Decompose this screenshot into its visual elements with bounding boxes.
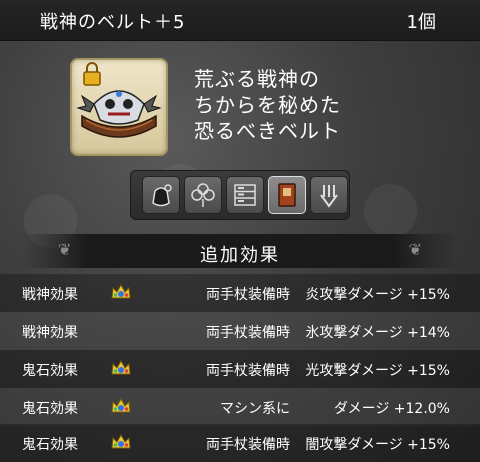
effect-condition: 両手杖装備時: [206, 287, 290, 303]
additional-effects-header: ❦ 追加効果 ❦: [22, 234, 458, 268]
hand-icon-button[interactable]: [310, 176, 348, 214]
effect-row: 鬼石効果 両手杖装備時 光攻撃ダメージ +15%: [0, 350, 480, 388]
effect-label: 鬼石効果: [22, 437, 78, 453]
effect-condition: 両手杖装備時: [206, 325, 290, 341]
effect-row: 戦神効果 両手杖装備時 氷攻撃ダメージ +14%: [0, 312, 480, 350]
hand-icon: [320, 185, 338, 208]
effect-label: 鬼石効果: [22, 401, 78, 417]
book-icon-button[interactable]: [268, 176, 306, 214]
effect-value: 氷攻撃ダメージ +14%: [305, 325, 450, 341]
slime-watermark: ●: [360, 164, 422, 246]
belt-icon: [76, 62, 162, 138]
bag-icon-button[interactable]: [142, 176, 180, 214]
item-description: 荒ぶる戦神の ちからを秘めた 恐るべきベルト: [194, 66, 444, 144]
crown-icon: [110, 358, 132, 382]
clover-icon: [191, 183, 215, 207]
crown-icon: [110, 282, 132, 306]
item-count: 1個: [406, 12, 436, 33]
effect-value: ダメージ +12.0%: [334, 401, 450, 417]
effect-row: 鬼石効果 マシン系に ダメージ +12.0%: [0, 388, 480, 426]
effect-condition: 両手杖装備時: [206, 437, 290, 453]
bag-icon: [152, 184, 172, 207]
description-line: ちからを秘めた: [194, 93, 341, 117]
effect-label: 鬼石効果: [22, 363, 78, 379]
item-detail-panel: ● ● ● 戦神のベルト＋5 1個 荒ぶる戦神の ちからを秘めた 恐るべきベルト: [0, 0, 480, 462]
book-icon: [278, 183, 296, 207]
effect-value: 光攻撃ダメージ +15%: [305, 363, 450, 379]
effect-value: 闇攻撃ダメージ +15%: [305, 437, 450, 453]
ornament-right: ❦: [408, 240, 422, 259]
description-line: 荒ぶる戦神の: [194, 67, 320, 91]
description-line: 恐るべきベルト: [194, 119, 341, 143]
item-icon-frame: [70, 58, 168, 156]
effect-condition: マシン系に: [220, 401, 290, 417]
item-header: 戦神のベルト＋5 1個: [0, 0, 480, 41]
item-name: 戦神のベルト＋5: [40, 12, 186, 33]
effect-label: 戦神効果: [22, 325, 78, 341]
effect-value: 炎攻撃ダメージ +15%: [305, 287, 450, 303]
crown-icon: [110, 432, 132, 456]
section-title: 追加効果: [200, 245, 280, 266]
effect-row: 鬼石効果 両手杖装備時 闇攻撃ダメージ +15%: [0, 424, 480, 462]
effect-row: 戦神効果 両手杖装備時 炎攻撃ダメージ +15%: [0, 274, 480, 312]
effect-label: 戦神効果: [22, 287, 78, 303]
storage-icon-button[interactable]: [226, 176, 264, 214]
storage-icon: [234, 184, 256, 206]
clover-icon-button[interactable]: [184, 176, 222, 214]
crown-icon: [110, 396, 132, 420]
effect-condition: 両手杖装備時: [206, 363, 290, 379]
